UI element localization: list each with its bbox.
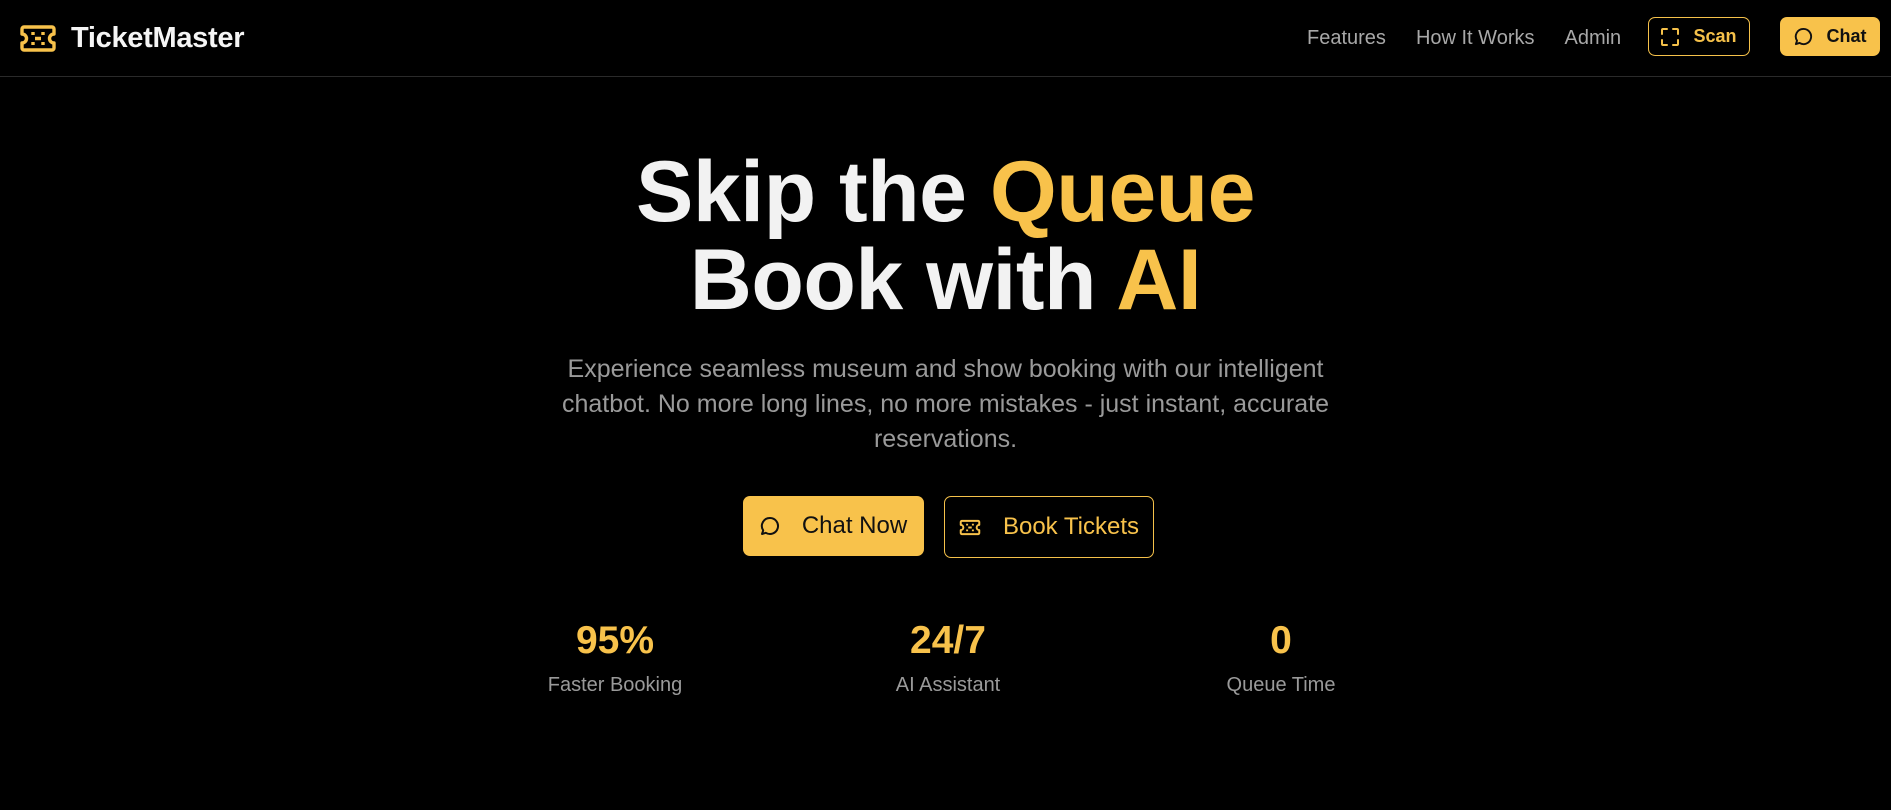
- stat-label: AI Assistant: [895, 674, 1001, 696]
- hero-subtitle: Experience seamless museum and show book…: [561, 355, 1330, 453]
- chat-bubble-icon: [760, 516, 780, 536]
- brand-name: TicketMaster: [71, 21, 245, 54]
- hero-line-2-text: Book with: [689, 232, 1117, 328]
- hero-line-1-accent: Queue: [989, 144, 1256, 240]
- navbar: TicketMaster Features How It Works Admin…: [0, 0, 1891, 77]
- chat-bubble-icon: [1794, 27, 1813, 46]
- hero-line-2-accent: AI: [1116, 232, 1202, 328]
- nav-link-features[interactable]: Features: [1307, 27, 1386, 50]
- stat-label: Faster Booking: [547, 674, 683, 696]
- ticket-icon: [19, 24, 57, 53]
- nav-links: Features How It Works Admin: [1307, 0, 1651, 76]
- stat-value: 24/7: [910, 619, 986, 662]
- chat-label: Chat: [1826, 26, 1867, 46]
- scan-label: Scan: [1693, 26, 1737, 46]
- hero-line-1: Skip the Queue: [635, 144, 1256, 240]
- ticket-icon: [959, 519, 981, 536]
- stat-value: 0: [1270, 619, 1292, 662]
- book-tickets-label: Book Tickets: [1002, 513, 1140, 540]
- hero-line-2: Book with AI: [690, 232, 1202, 328]
- scan-icon: [1661, 27, 1680, 46]
- book-tickets-button[interactable]: Book Tickets: [944, 496, 1154, 558]
- chat-now-button[interactable]: Chat Now: [743, 496, 924, 556]
- brand-logo[interactable]: TicketMaster: [19, 18, 244, 58]
- nav-link-how-it-works[interactable]: How It Works: [1416, 27, 1535, 50]
- stat-queue-time: 0 Queue Time: [1161, 617, 1401, 697]
- chat-now-label: Chat Now: [801, 512, 908, 539]
- stat-ai-assistant: 24/7 AI Assistant: [828, 617, 1068, 697]
- stat-value: 95%: [575, 619, 655, 662]
- hero-title: Skip the Queue Book with AI: [0, 148, 1891, 324]
- chat-button[interactable]: Chat: [1780, 17, 1880, 56]
- nav-link-admin[interactable]: Admin: [1564, 27, 1621, 50]
- hero-line-1-text: Skip the: [635, 144, 990, 240]
- scan-button[interactable]: Scan: [1648, 17, 1750, 56]
- stat-faster-booking: 95% Faster Booking: [495, 617, 735, 697]
- stat-label: Queue Time: [1226, 674, 1336, 696]
